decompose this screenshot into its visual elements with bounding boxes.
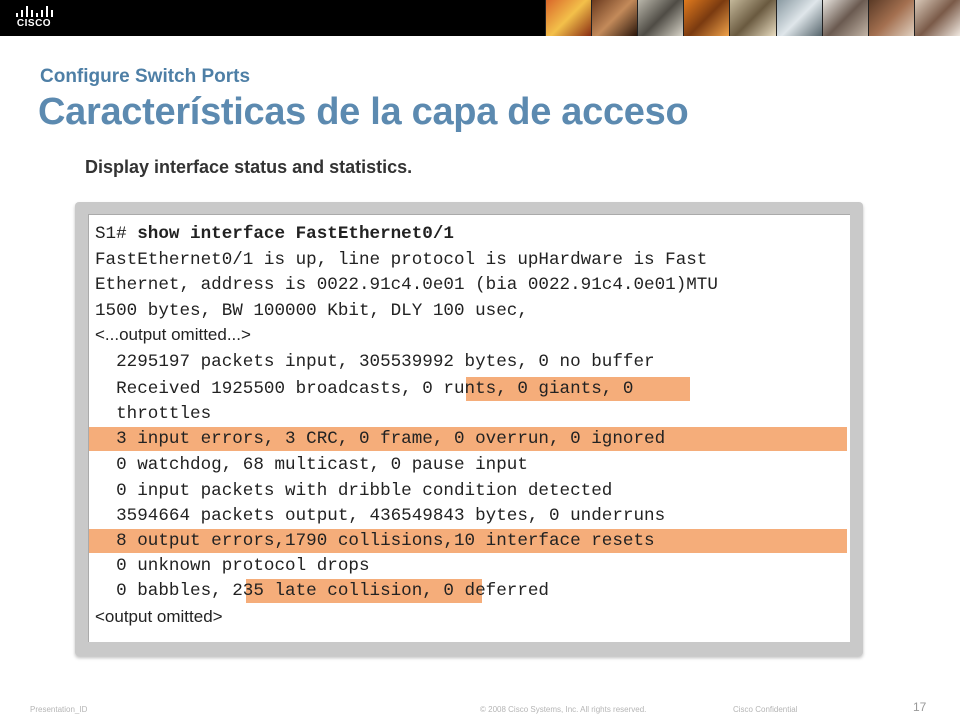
footer-copyright: © 2008 Cisco Systems, Inc. All rights re… bbox=[480, 705, 647, 714]
page-title: Características de la capa de acceso bbox=[38, 91, 689, 133]
footer-presentation-id: Presentation_ID bbox=[30, 705, 88, 714]
terminal-command-line: S1# show interface FastEthernet0/1 bbox=[95, 224, 454, 244]
logo-wordmark: CISCO bbox=[16, 18, 52, 29]
terminal-line: 2295197 packets input, 305539992 bytes, … bbox=[95, 352, 655, 372]
terminal-line: 3 input errors, 3 CRC, 0 frame, 0 overru… bbox=[95, 429, 666, 449]
banner-photo bbox=[775, 0, 822, 36]
terminal-line: 0 unknown protocol drops bbox=[95, 556, 370, 576]
terminal-line: FastEthernet0/1 is up, line protocol is … bbox=[95, 250, 708, 270]
banner-photo-strip bbox=[545, 0, 960, 36]
page-number: 17 bbox=[913, 700, 927, 714]
terminal-line: 0 watchdog, 68 multicast, 0 pause input bbox=[95, 455, 528, 475]
top-banner: CISCO bbox=[0, 0, 960, 36]
footer-confidential: Cisco Confidential bbox=[733, 705, 798, 714]
terminal-line: throttles bbox=[95, 404, 212, 424]
banner-photo bbox=[637, 0, 684, 36]
terminal-line: 1500 bytes, BW 100000 Kbit, DLY 100 usec… bbox=[95, 301, 528, 321]
section-subtitle: Configure Switch Ports bbox=[40, 66, 251, 87]
terminal-line: 0 input packets with dribble condition d… bbox=[95, 481, 613, 501]
terminal-line: 8 output errors,1790 collisions,10 inter… bbox=[95, 531, 655, 551]
banner-photo bbox=[545, 0, 592, 36]
banner-photo bbox=[867, 0, 914, 36]
terminal-line: Ethernet, address is 0022.91c4.0e01 (bia… bbox=[95, 275, 718, 295]
terminal-line: 3594664 packets output, 436549843 bytes,… bbox=[95, 506, 666, 526]
banner-photo bbox=[821, 0, 868, 36]
figure-caption: Display interface status and statistics. bbox=[85, 157, 413, 177]
banner-photo bbox=[729, 0, 776, 36]
banner-photo bbox=[913, 0, 960, 36]
cli-command: show interface FastEthernet0/1 bbox=[137, 224, 454, 244]
banner-photo bbox=[591, 0, 638, 36]
terminal-line: 0 babbles, 235 late collision, 0 deferre… bbox=[95, 581, 549, 601]
terminal-line: Received 1925500 broadcasts, 0 runts, 0 … bbox=[95, 379, 634, 399]
cisco-logo: CISCO bbox=[12, 5, 56, 31]
cisco-bars-icon bbox=[14, 5, 54, 17]
cli-prompt: S1# bbox=[95, 224, 138, 244]
terminal-line: <...output omitted...> bbox=[95, 325, 251, 344]
banner-photo bbox=[683, 0, 730, 36]
terminal-line: <output omitted> bbox=[95, 607, 223, 626]
